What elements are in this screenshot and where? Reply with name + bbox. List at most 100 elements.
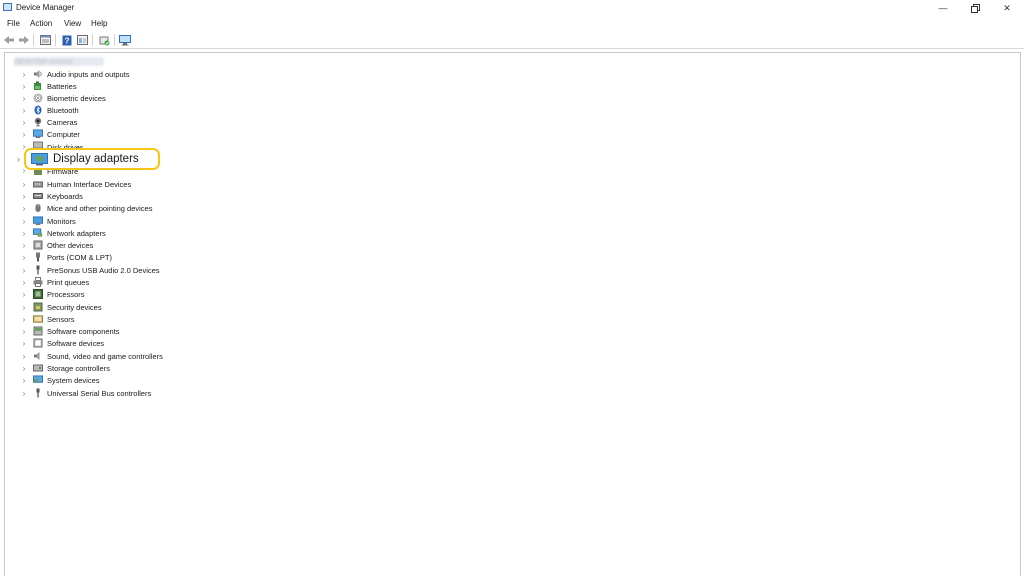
help-icon[interactable]: ? (61, 34, 73, 46)
tree-item-label: Print queues (47, 277, 90, 287)
chevron-right-icon[interactable]: › (20, 288, 28, 300)
tree-item-sensors[interactable]: › Sensors (20, 313, 75, 325)
tree-item-audio-inputs-and-outputs[interactable]: › Audio inputs and outputs (20, 68, 130, 80)
chevron-right-icon[interactable]: › (20, 251, 28, 263)
chevron-right-icon[interactable]: › (17, 154, 20, 164)
window-title: Device Manager (16, 3, 75, 12)
show-hidden-icon[interactable] (76, 34, 88, 46)
forward-icon[interactable] (18, 34, 30, 46)
toolbar-separator (55, 34, 56, 46)
back-icon[interactable] (3, 34, 15, 46)
menu-file[interactable]: File (7, 19, 20, 28)
tree-item-label: Security devices (47, 302, 102, 312)
root-computer-node[interactable]: DESKTOP-XXXXX (14, 57, 104, 66)
chevron-right-icon[interactable]: › (20, 325, 28, 337)
tree-item-usb-controllers[interactable]: › Universal Serial Bus controllers (20, 387, 151, 399)
chevron-right-icon[interactable]: › (20, 313, 28, 325)
tree-item-biometric-devices[interactable]: › Biometric devices (20, 92, 106, 104)
restore-button[interactable] (960, 0, 990, 16)
chevron-right-icon[interactable]: › (20, 350, 28, 362)
tree-item-presonus-usb-audio[interactable]: › PreSonus USB Audio 2.0 Devices (20, 264, 160, 276)
tree-item-label: Network adapters (47, 228, 106, 238)
minimize-button[interactable]: — (928, 0, 958, 16)
tree-item-label: Storage controllers (47, 363, 110, 373)
tree-item-monitors[interactable]: › Monitors (20, 215, 76, 227)
tree-item-label: Ports (COM & LPT) (47, 252, 113, 262)
tree-item-batteries[interactable]: › Batteries (20, 80, 77, 92)
chevron-right-icon[interactable]: › (20, 301, 28, 313)
tree-item-label: Sensors (47, 314, 75, 324)
tree-item-sound-video-game[interactable]: › Sound, video and game controllers (20, 350, 163, 362)
tree-item-display-adapters[interactable]: Display adapters (31, 151, 139, 167)
chevron-right-icon[interactable]: › (20, 140, 28, 150)
chevron-right-icon[interactable]: › (20, 374, 28, 386)
toolbar-separator (33, 34, 34, 46)
chevron-right-icon[interactable]: › (20, 337, 28, 349)
menu-action[interactable]: Action (30, 19, 52, 28)
sensor-icon (33, 314, 43, 324)
tree-item-processors[interactable]: › Processors (20, 288, 85, 300)
tree-item-label: Software components (47, 326, 120, 336)
printer-icon (33, 277, 43, 287)
chevron-right-icon[interactable]: › (20, 215, 28, 227)
chevron-right-icon[interactable]: › (20, 68, 28, 80)
chevron-right-icon[interactable]: › (20, 178, 28, 190)
tree-item-human-interface-devices[interactable]: › Human Interface Devices (20, 178, 132, 190)
tree-item-cameras[interactable]: › Cameras (20, 116, 77, 128)
tree-item-computer[interactable]: › Computer (20, 128, 80, 140)
tree-item-label: Universal Serial Bus controllers (47, 388, 152, 398)
chevron-right-icon[interactable]: › (20, 227, 28, 239)
bluetooth-icon (33, 105, 43, 115)
tree-item-label: Software devices (47, 338, 105, 348)
software-device-icon (33, 338, 43, 348)
tree-item-bluetooth[interactable]: › Bluetooth (20, 104, 79, 116)
tree-item-system-devices[interactable]: › System devices (20, 374, 100, 386)
tree-item-software-components[interactable]: › Software components (20, 325, 120, 337)
display-adapter-icon (31, 152, 48, 166)
update-driver-icon[interactable] (98, 34, 110, 46)
sound-icon (33, 351, 43, 361)
chevron-right-icon[interactable]: › (20, 276, 28, 288)
network-icon (33, 228, 43, 238)
chevron-right-icon[interactable]: › (20, 104, 28, 116)
other-device-icon (33, 240, 43, 250)
chevron-right-icon[interactable]: › (20, 239, 28, 251)
usb-icon (33, 388, 43, 398)
root-computer-label: DESKTOP-XXXXX (14, 59, 74, 66)
chevron-right-icon[interactable]: › (20, 202, 28, 214)
properties-icon[interactable] (39, 34, 51, 46)
chevron-right-icon[interactable]: › (20, 128, 28, 140)
tree-item-label: Computer (47, 129, 80, 139)
scan-hardware-icon[interactable] (119, 34, 131, 46)
tree-item-label: Audio inputs and outputs (47, 69, 130, 79)
menu-help[interactable]: Help (91, 19, 107, 28)
chevron-right-icon[interactable]: › (20, 80, 28, 92)
tree-item-label: Bluetooth (47, 105, 79, 115)
tree-item-label: Processors (47, 289, 85, 299)
close-button[interactable]: ✕ (992, 0, 1022, 16)
camera-icon (33, 117, 43, 127)
chevron-right-icon[interactable]: › (20, 92, 28, 104)
chevron-right-icon[interactable]: › (20, 387, 28, 399)
title-bar: Device Manager — ✕ (0, 0, 1024, 16)
tree-item-software-devices[interactable]: › Software devices (20, 337, 104, 349)
tree-item-label: Display adapters (53, 153, 139, 165)
tree-item-storage-controllers[interactable]: › Storage controllers (20, 362, 110, 374)
tree-item-security-devices[interactable]: › Security devices (20, 301, 102, 313)
tree-item-mice[interactable]: › Mice and other pointing devices (20, 202, 153, 214)
tree-item-network-adapters[interactable]: › Network adapters (20, 227, 106, 239)
tree-item-label: Biometric devices (47, 93, 106, 103)
tree-item-keyboards[interactable]: › Keyboards (20, 190, 83, 202)
chevron-right-icon[interactable]: › (20, 264, 28, 276)
tree-item-label: Keyboards (47, 191, 83, 201)
storage-icon (33, 363, 43, 373)
svg-text:?: ? (65, 36, 70, 45)
chevron-right-icon[interactable]: › (20, 190, 28, 202)
chevron-right-icon[interactable]: › (20, 362, 28, 374)
tree-item-other-devices[interactable]: › Other devices (20, 239, 93, 251)
processor-icon (33, 289, 43, 299)
chevron-right-icon[interactable]: › (20, 116, 28, 128)
tree-item-print-queues[interactable]: › Print queues (20, 276, 89, 288)
tree-item-ports[interactable]: › Ports (COM & LPT) (20, 251, 112, 263)
menu-view[interactable]: View (64, 19, 81, 28)
